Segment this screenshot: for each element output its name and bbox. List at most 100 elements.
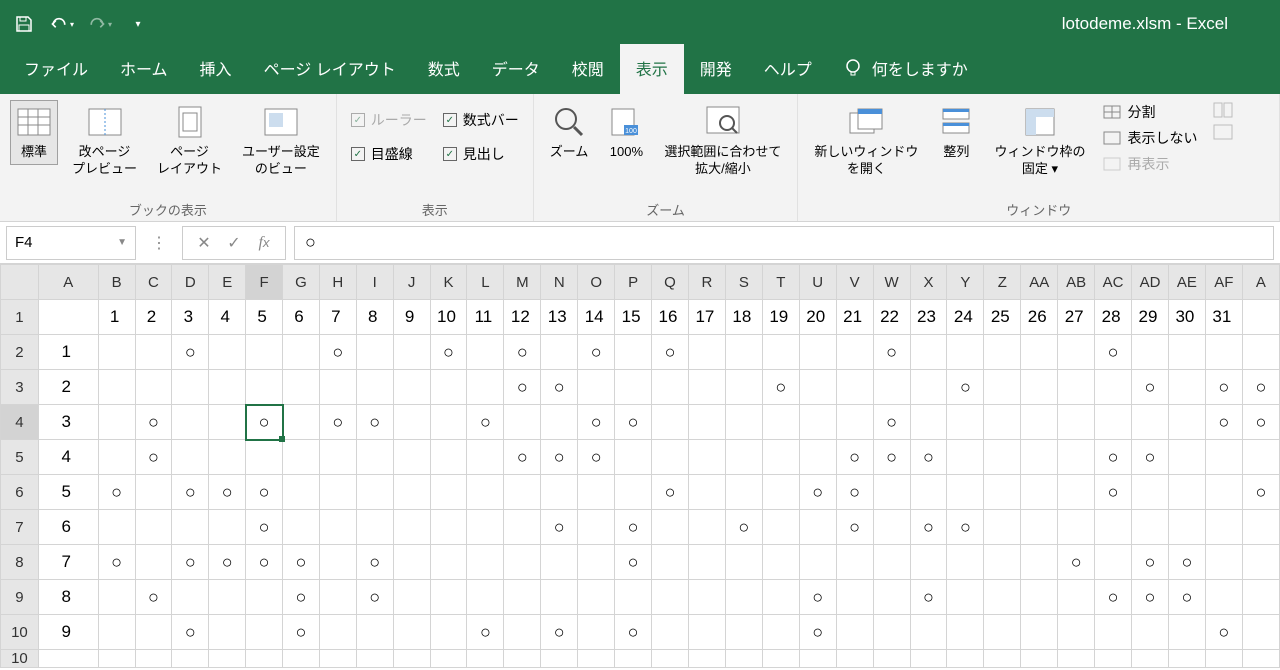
cell[interactable]: ○ [467,615,504,650]
cell[interactable] [393,370,430,405]
cell[interactable] [910,475,947,510]
cell[interactable]: ○ [873,405,910,440]
cell[interactable]: ○ [1095,335,1132,370]
cell[interactable] [984,650,1021,668]
zoom-100-button[interactable]: 100 100% [602,100,650,165]
cell[interactable]: 17 [688,300,725,335]
cell[interactable]: ○ [283,615,320,650]
cell[interactable] [578,510,615,545]
cell[interactable]: 22 [873,300,910,335]
cell[interactable]: ○ [1242,475,1279,510]
cell[interactable] [430,440,467,475]
cell[interactable] [652,615,689,650]
cell[interactable] [209,650,246,668]
cell[interactable] [1058,580,1095,615]
cell[interactable] [1168,615,1205,650]
cell[interactable] [1058,335,1095,370]
checkbox-gridlines[interactable]: 目盛線 [351,144,427,164]
view-page-break-button[interactable]: 改ページ プレビュー [66,100,143,182]
cell[interactable] [1132,335,1169,370]
cell[interactable] [246,650,283,668]
cell[interactable] [246,440,283,475]
tell-me-search[interactable]: 何をしますか [828,56,984,94]
cell[interactable] [135,510,172,545]
column-header[interactable]: AB [1058,265,1095,300]
cell[interactable] [1168,510,1205,545]
cell[interactable]: ○ [799,475,836,510]
cell[interactable] [873,475,910,510]
cell[interactable] [1021,405,1058,440]
cell[interactable] [98,580,135,615]
cell[interactable] [947,615,984,650]
cell[interactable] [1021,370,1058,405]
cell[interactable] [910,545,947,580]
cell[interactable] [1095,615,1132,650]
cell[interactable]: ○ [356,580,393,615]
cell[interactable]: ○ [1205,615,1242,650]
cell[interactable] [836,580,873,615]
cell[interactable]: 4 [209,300,246,335]
cell[interactable]: 8 [38,580,98,615]
cell[interactable] [652,580,689,615]
cell[interactable]: 3 [38,405,98,440]
cell[interactable] [984,370,1021,405]
cell[interactable]: ○ [1132,580,1169,615]
cell[interactable] [910,405,947,440]
cell[interactable]: ○ [98,475,135,510]
cell[interactable] [762,475,799,510]
cell[interactable]: ○ [135,440,172,475]
cell[interactable] [1168,370,1205,405]
cell[interactable] [836,335,873,370]
cancel-button[interactable]: ✕ [189,228,219,258]
cell[interactable] [762,405,799,440]
cell[interactable]: ○ [615,510,652,545]
cell[interactable] [688,615,725,650]
cell[interactable]: ○ [209,545,246,580]
cell[interactable]: ○ [578,335,615,370]
new-window-button[interactable]: 新しいウィンドウ を開く [808,100,924,182]
cell[interactable] [1242,650,1279,668]
hide-button[interactable]: 表示しない [1103,128,1197,148]
cell[interactable] [799,405,836,440]
cell[interactable] [467,545,504,580]
cell[interactable]: 30 [1168,300,1205,335]
cell[interactable] [356,370,393,405]
cell[interactable] [430,650,467,668]
cell[interactable] [467,335,504,370]
cell[interactable] [98,510,135,545]
cell[interactable] [1021,580,1058,615]
cell[interactable] [1021,510,1058,545]
cell[interactable]: ○ [319,335,356,370]
row-header[interactable]: 3 [1,370,39,405]
cell[interactable]: ○ [319,405,356,440]
cell[interactable] [799,440,836,475]
cell[interactable] [762,650,799,668]
cell[interactable] [1205,510,1242,545]
cell[interactable] [1021,440,1058,475]
cell[interactable] [1168,335,1205,370]
cell[interactable] [615,475,652,510]
redo-button[interactable]: ▾ [88,12,112,36]
cell[interactable] [541,405,578,440]
column-header[interactable]: W [873,265,910,300]
cell[interactable] [319,475,356,510]
enter-button[interactable]: ✓ [219,228,249,258]
cell[interactable]: ○ [283,545,320,580]
cell[interactable]: ○ [356,545,393,580]
cell[interactable] [984,335,1021,370]
cell[interactable] [209,370,246,405]
cell[interactable] [1205,580,1242,615]
cell[interactable]: 23 [910,300,947,335]
row-header[interactable]: 10 [1,650,39,668]
cell[interactable]: 8 [356,300,393,335]
cell[interactable] [356,615,393,650]
cell[interactable]: ○ [1095,475,1132,510]
cell[interactable] [762,335,799,370]
cell[interactable] [1058,510,1095,545]
cell[interactable] [319,545,356,580]
cell[interactable]: ○ [172,615,209,650]
cell[interactable] [430,545,467,580]
cell[interactable] [246,370,283,405]
cell[interactable]: 9 [38,615,98,650]
cell[interactable]: 12 [504,300,541,335]
